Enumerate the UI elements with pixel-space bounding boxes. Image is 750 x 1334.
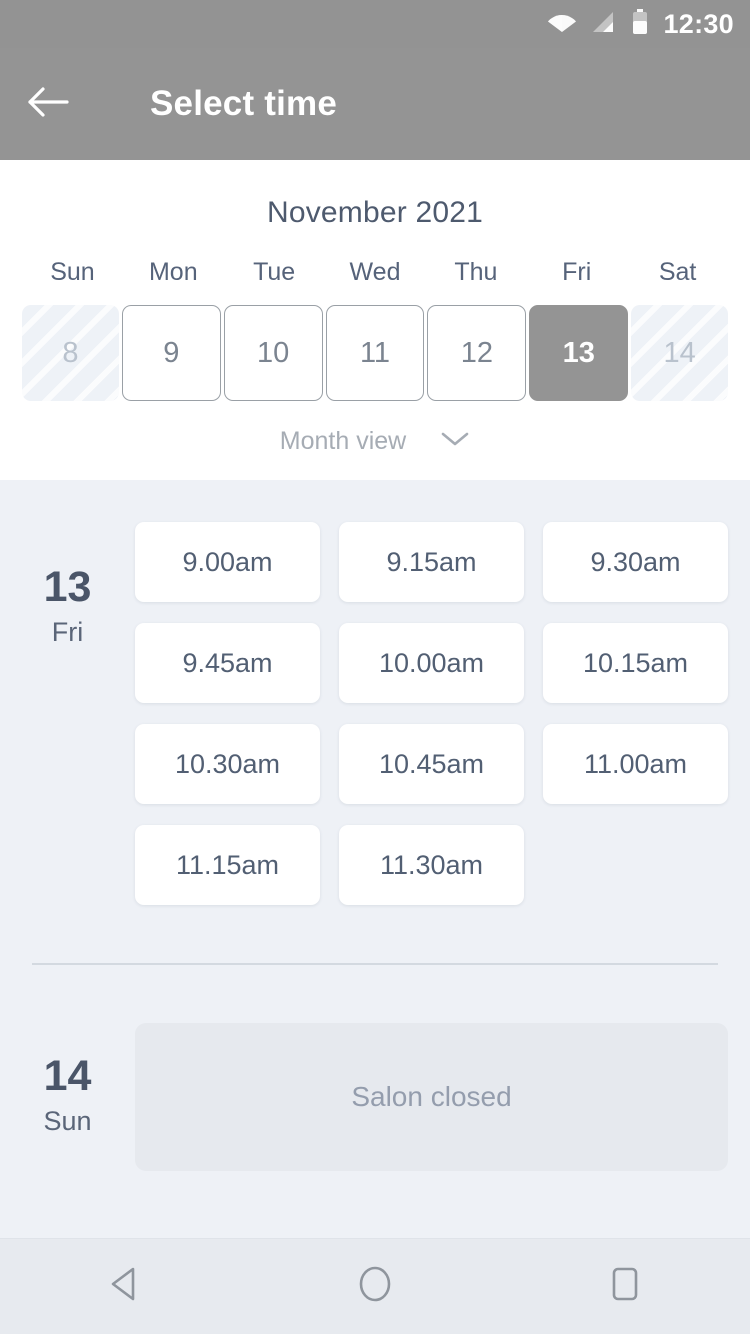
time-slot[interactable]: 9.00am [135,522,320,602]
schedule-day-label: 13 Fri [0,522,135,905]
schedule-list: 13 Fri 9.00am 9.15am 9.30am 9.45am 10.00… [0,480,750,1238]
status-bar-clock: 12:30 [663,8,734,39]
calendar-day-cell[interactable]: 9 [121,305,221,401]
weekday-label: Fri [562,258,592,286]
phone-screen: 12:30 Select time November 2021 Sun Mon … [0,0,750,1334]
time-slot[interactable]: 10.15am [543,623,728,703]
weekday-label: Wed [349,258,401,286]
time-slot[interactable]: 11.00am [543,724,728,804]
time-slot[interactable]: 11.30am [339,825,524,905]
weekday-label: Tue [253,258,296,286]
salon-closed-card: Salon closed [135,1023,728,1171]
nav-recents-button[interactable] [565,1239,685,1334]
back-button[interactable] [0,48,96,160]
schedule-day-weekday: Sun [43,1106,92,1136]
time-slot[interactable]: 10.45am [339,724,524,804]
status-bar-icons [547,8,649,40]
calendar-day-cell[interactable]: 11 [325,305,425,401]
time-slot[interactable]: 10.00am [339,623,524,703]
recents-square-icon [608,1265,642,1308]
android-nav-bar [0,1238,750,1334]
calendar-day-cell[interactable]: 10 [223,305,323,401]
calendar-month-title: November 2021 [266,196,484,229]
weekday-label: Thu [454,258,498,286]
calendar-panel: November 2021 Sun Mon Tue Wed Thu Fri Sa… [0,160,750,480]
weekday-label: Sat [658,258,697,286]
schedule-day-14: 14 Sun Salon closed [0,965,750,1171]
nav-back-button[interactable] [65,1239,185,1334]
time-slot[interactable]: 9.15am [339,522,524,602]
time-slot[interactable]: 11.15am [135,825,320,905]
calendar-day-cell[interactable]: 12 [427,305,527,401]
weekday-label: Sun [50,258,95,286]
schedule-day-13: 13 Fri 9.00am 9.15am 9.30am 9.45am 10.00… [0,480,750,905]
chevron-down-icon [440,430,470,453]
arrow-left-icon [27,85,69,124]
time-slot-grid: 9.00am 9.15am 9.30am 9.45am 10.00am 10.1… [135,522,728,905]
calendar-day-cell: 14 [631,305,729,401]
time-slot[interactable]: 9.30am [543,522,728,602]
weekday-label: Mon [148,258,198,286]
status-bar: 12:30 [0,0,750,48]
calendar-day-cell-selected[interactable]: 13 [529,305,629,401]
battery-icon [631,8,649,40]
schedule-day-weekday: Fri [51,617,84,647]
home-circle-icon [356,1264,394,1309]
signal-icon [591,10,617,39]
calendar-day-cell: 8 [22,305,119,401]
calendar-day-strip: 8 9 10 11 12 13 14 [0,305,750,401]
schedule-day-label: 14 Sun [0,1023,135,1171]
nav-home-button[interactable] [315,1239,435,1334]
schedule-day-number: 14 [43,1052,92,1100]
wifi-icon [547,10,577,39]
schedule-day-number: 13 [43,563,92,611]
app-bar: Select time [0,48,750,160]
page-title: Select time [150,84,338,123]
time-slot[interactable]: 9.45am [135,623,320,703]
month-view-toggle[interactable]: Month view [0,427,750,456]
month-view-toggle-label: Month view [279,427,407,455]
time-slot[interactable]: 10.30am [135,724,320,804]
calendar-weekday-header: Sun Mon Tue Wed Thu Fri Sat [0,258,750,287]
back-triangle-icon [107,1265,143,1308]
